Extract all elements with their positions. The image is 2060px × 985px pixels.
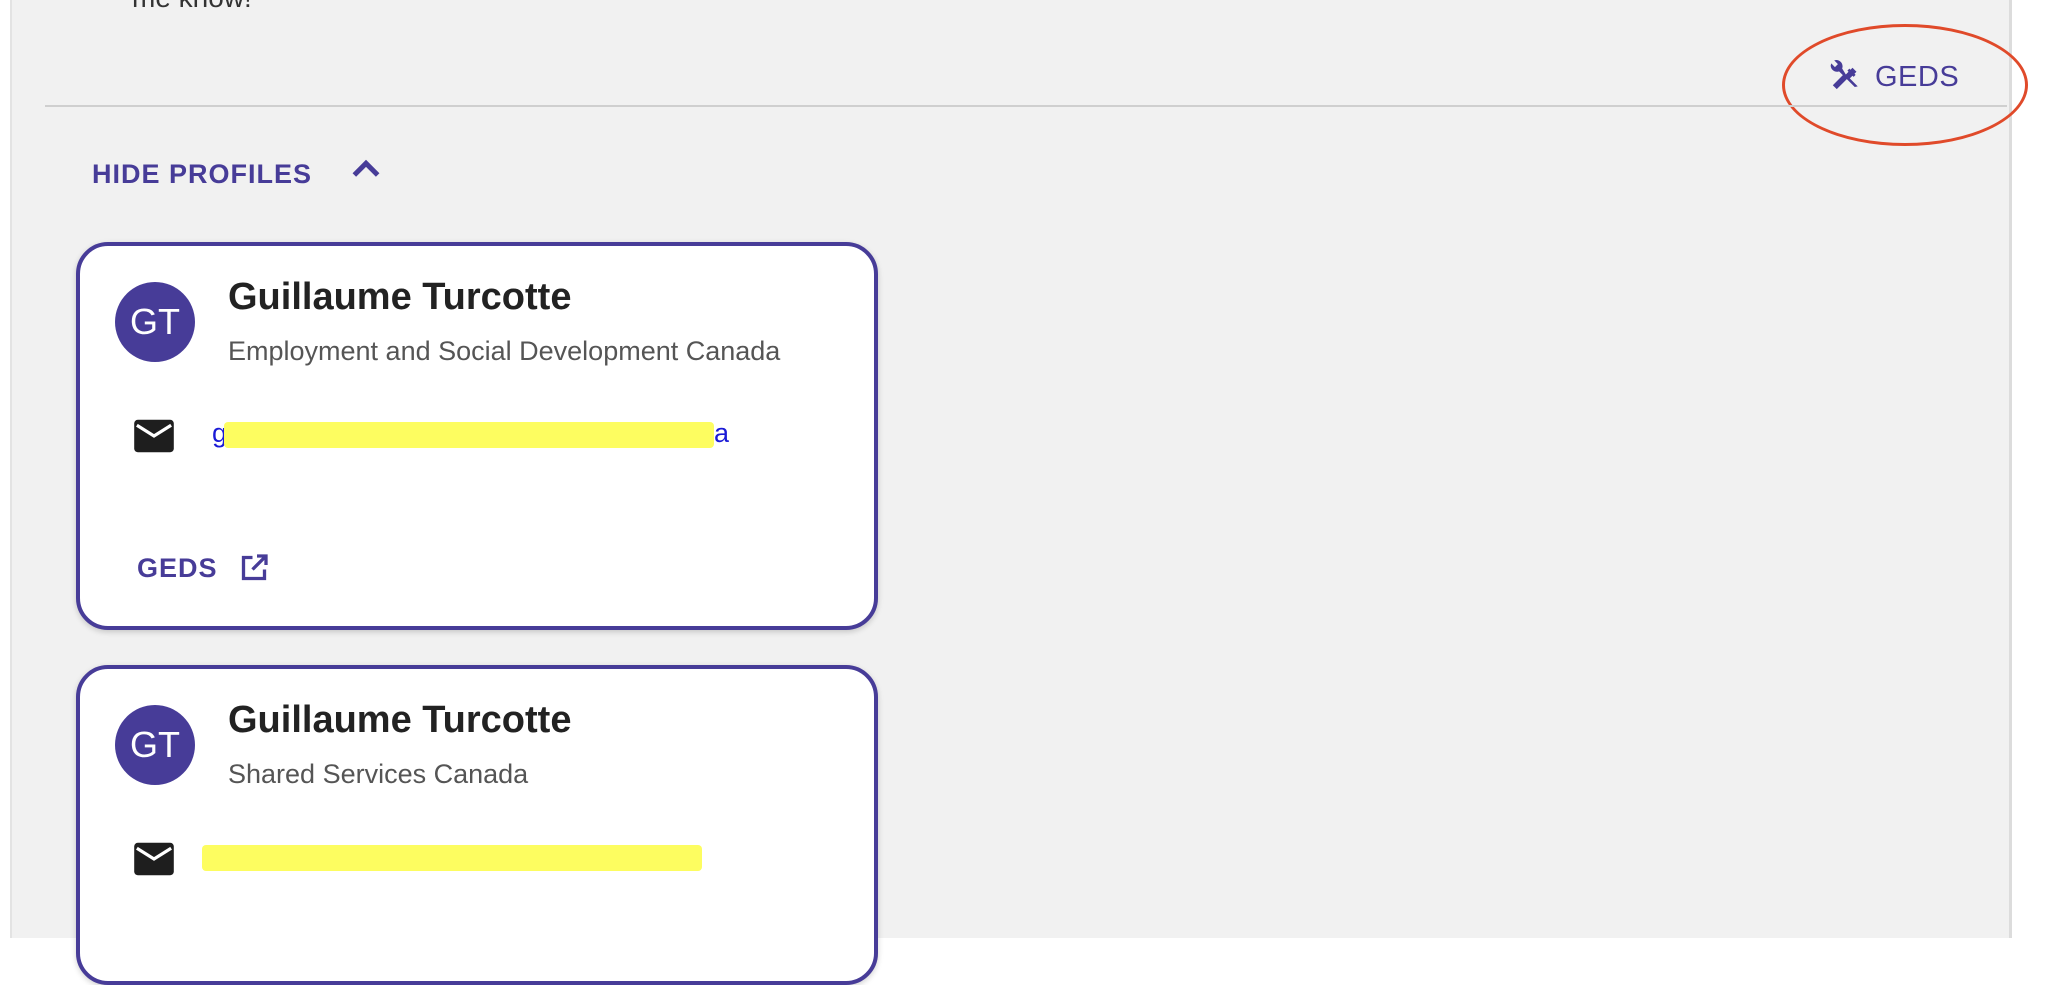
hide-profiles-label: HIDE PROFILES [92,158,313,189]
hide-profiles-button[interactable]: HIDE PROFILES [92,152,386,196]
geds-link-button[interactable]: GEDS [137,546,272,590]
redaction-mark [202,845,702,871]
profile-card: GT Guillaume Turcotte Shared Services Ca… [76,665,878,985]
geds-link-label: GEDS [137,552,218,583]
open-in-new-icon [241,554,268,581]
avatar: GT [115,282,195,362]
profile-department: Employment and Social Development Canada [228,336,781,366]
chevron-up-icon [352,159,380,177]
annotation-circle [1782,24,2028,146]
redaction-mark [224,422,714,448]
mail-icon [134,419,174,453]
profile-card: GT Guillaume Turcotte Employment and Soc… [76,242,878,630]
profiles-panel: me know! GEDS HIDE PROFILES GT Guillaume… [10,0,2028,985]
profile-email-link[interactable] [202,841,722,873]
avatar: GT [115,705,195,785]
profile-name: Guillaume Turcotte [228,699,572,741]
profile-department: Shared Services Canada [228,759,529,789]
previous-message-text: me know! [132,0,252,14]
mail-icon [134,842,174,876]
profile-email-link[interactable]: g a [212,418,732,450]
email-visible-end: a [714,418,730,448]
divider [45,105,2007,107]
profile-name: Guillaume Turcotte [228,276,572,318]
